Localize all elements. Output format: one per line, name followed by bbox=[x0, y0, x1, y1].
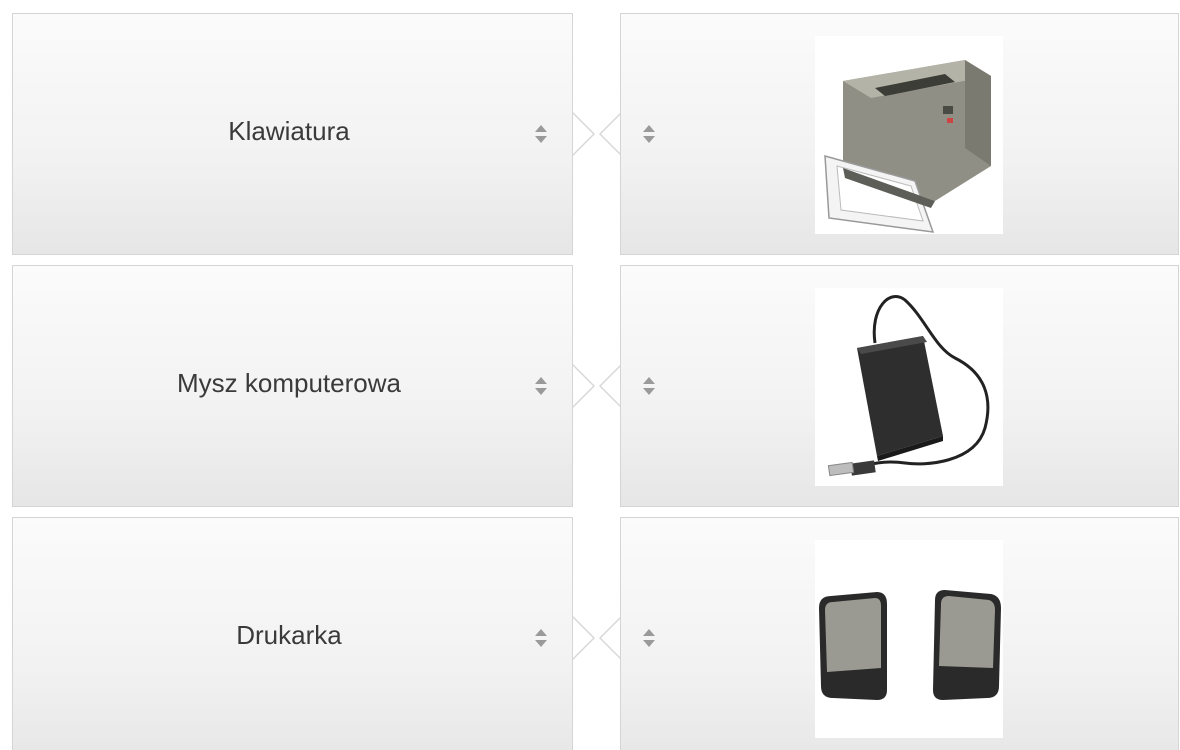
sort-updown-icon[interactable] bbox=[534, 627, 548, 649]
match-connector bbox=[572, 615, 622, 661]
term-label: Klawiatura bbox=[228, 116, 350, 146]
match-connector bbox=[572, 111, 622, 157]
external-hard-drive-image bbox=[815, 288, 1003, 486]
sort-updown-icon[interactable] bbox=[534, 375, 548, 397]
match-connector bbox=[572, 363, 622, 409]
speakers-image bbox=[815, 540, 1003, 738]
term-label: Mysz komputerowa bbox=[177, 368, 401, 398]
matching-exercise: Klawiatura Mysz komputerowa Drukarka bbox=[0, 0, 1180, 750]
sort-updown-icon[interactable] bbox=[534, 123, 548, 145]
term-label: Drukarka bbox=[236, 620, 342, 650]
printer-image bbox=[815, 36, 1003, 234]
sort-updown-icon[interactable] bbox=[642, 627, 656, 649]
sort-updown-icon[interactable] bbox=[642, 375, 656, 397]
sort-updown-icon[interactable] bbox=[642, 123, 656, 145]
